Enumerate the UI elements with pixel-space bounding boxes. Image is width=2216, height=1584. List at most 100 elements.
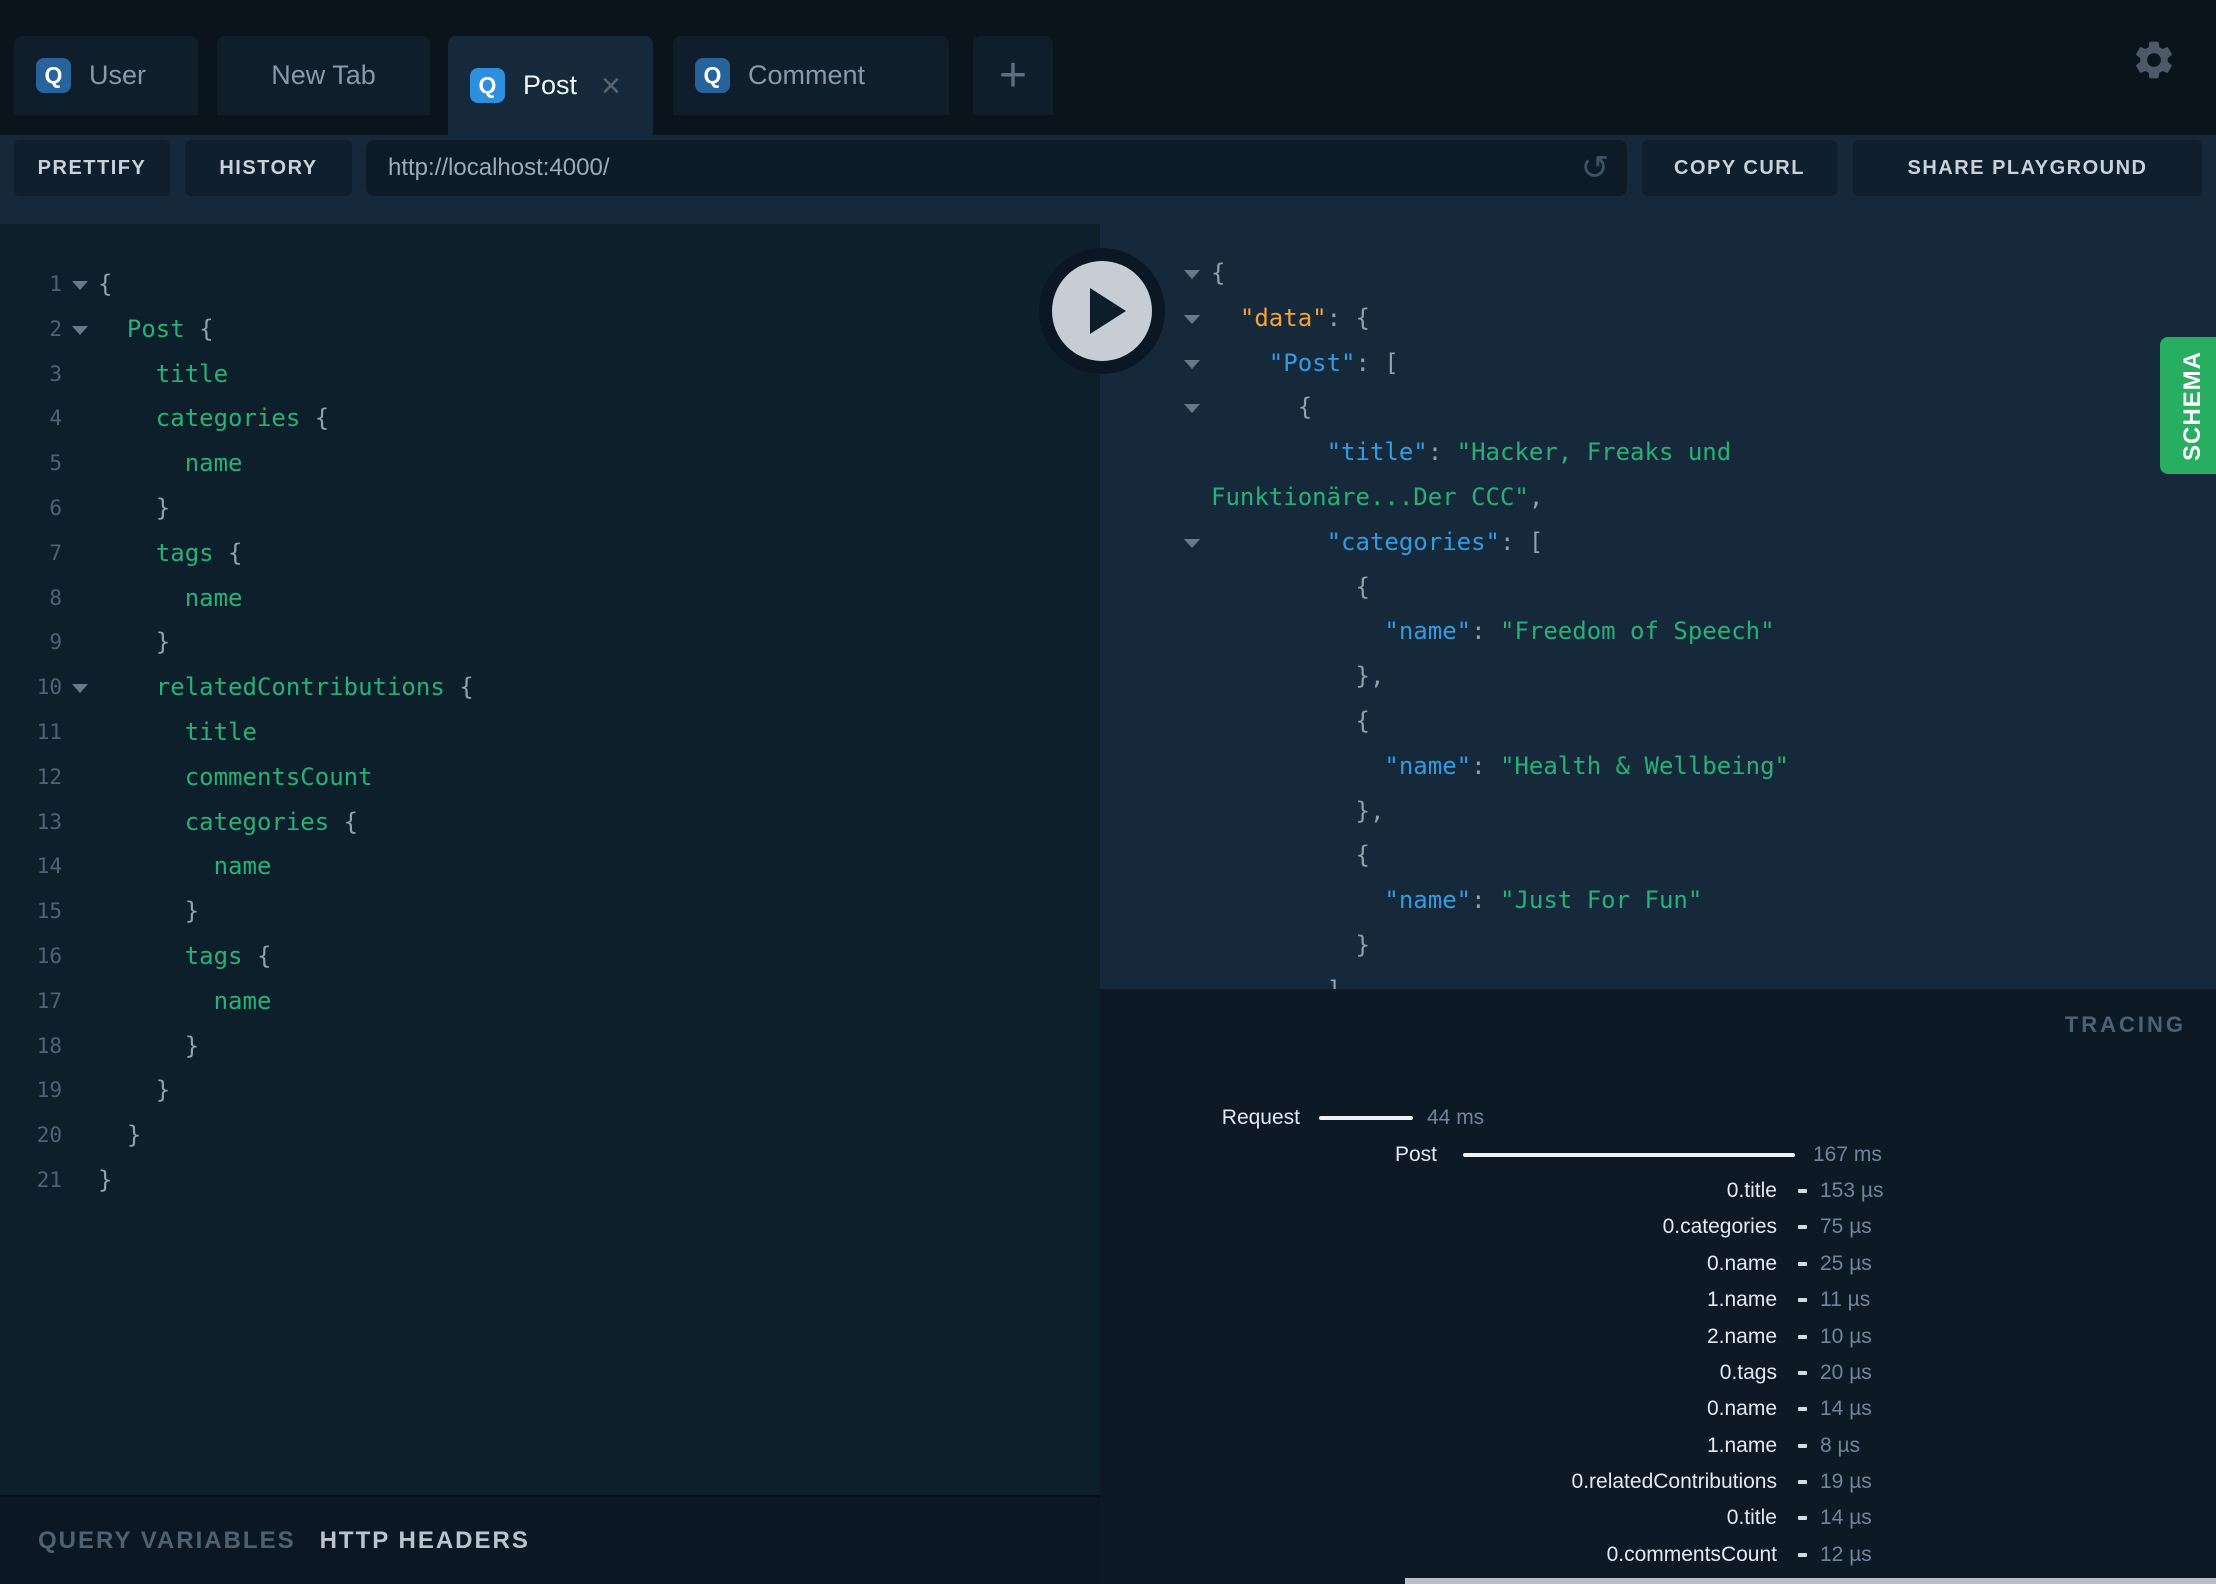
code-text: } [98,1031,200,1060]
fold-arrow-icon[interactable] [72,684,88,694]
code-text: } [98,628,171,657]
code-line: "categories": [ [1100,520,2216,565]
code-text: name [98,583,243,612]
fold-arrow-icon[interactable] [1184,359,1200,369]
code-line: "name": "Just For Fun" [1100,878,2216,923]
trace-resolver-row: 0.title 153 µs [1100,1173,2216,1209]
trace-duration: 8 µs [1820,1433,1861,1457]
fold-arrow-icon[interactable] [72,281,88,290]
code-text: name [98,852,272,881]
horizontal-scrollbar[interactable] [1405,1578,2216,1584]
code-line: 9 } [0,620,1100,665]
copy-curl-button[interactable]: COPY CURL [1642,140,1837,196]
new-tab-button[interactable]: + [973,36,1053,115]
history-button[interactable]: HISTORY [185,140,352,196]
trace-path: 0.commentsCount [1606,1542,1777,1566]
close-icon[interactable]: × [601,69,621,103]
trace-path: 0.name [1706,1251,1777,1275]
code-line: 18 } [0,1024,1100,1069]
code-text: ] [1100,968,2216,989]
code-line: 7 tags { [0,531,1100,576]
prettify-button[interactable]: PRETTIFY [14,140,170,196]
tab-label: New Tab [271,60,376,90]
code-text: "data": { [1239,303,1370,332]
trace-dash [1798,1516,1807,1521]
query-editor[interactable]: 1{2 Post {3 title 4 categories {5 name 6 }… [0,224,1100,1495]
reload-icon[interactable]: ↺ [1577,150,1613,186]
code-line: 13 categories { [0,800,1100,845]
settings-button[interactable] [2126,32,2182,88]
trace-dash [1798,1443,1807,1448]
plus-icon: + [998,48,1028,102]
trace-duration: 20 µs [1820,1360,1872,1384]
line-number: 4 [49,406,62,431]
tab-user[interactable]: Q User [14,36,198,115]
trace-resolver-row: 2.name 10 µs [1100,1318,2216,1354]
fold-arrow-icon[interactable] [1184,314,1200,324]
fold-arrow-icon[interactable] [1184,538,1200,548]
code-text: } [98,897,200,926]
code-line: "name": "Freedom of Speech" [1100,609,2216,654]
code-text: } [98,1076,171,1105]
line-number: 2 [49,316,62,341]
url-input[interactable] [366,140,1627,196]
code-line: 4 categories { [0,396,1100,441]
line-number: 12 [36,764,62,789]
code-line: 14 name [0,844,1100,889]
trace-resolver-row: 1.name 8 µs [1100,1428,2216,1464]
line-number: 5 [49,451,62,476]
share-playground-label: SHARE PLAYGROUND [1907,156,2148,179]
trace-dash [1798,1407,1807,1412]
code-text: name [98,449,243,478]
trace-path: 2.name [1706,1324,1777,1348]
trace-operation-duration: 167 ms [1813,1142,1882,1166]
trace-path: 0.title [1726,1506,1777,1530]
tab-label: Post [523,70,578,100]
play-icon [1090,288,1126,334]
gear-icon [2136,41,2172,79]
code-text: } [98,1165,113,1194]
trace-duration: 19 µs [1820,1470,1872,1494]
trace-resolver-row: 0.tags 20 µs [1100,1355,2216,1391]
code-text: } [1211,930,1370,959]
code-line: ] [1100,968,2216,989]
code-text: "name": "Just For Fun" [1384,886,1703,915]
fold-arrow-icon[interactable] [1184,404,1200,414]
query-variables-tab[interactable]: QUERY VARIABLES [38,1527,296,1555]
code-line: { [1100,385,2216,430]
line-number: 21 [36,1167,62,1192]
code-text: } [98,1121,142,1150]
execute-query-button[interactable] [1039,248,1165,374]
tab-post[interactable]: Q Post × [448,36,653,135]
code-text: title [98,359,229,388]
code-line: 5 name [0,441,1100,486]
tab-comment[interactable]: Q Comment [673,36,949,115]
copy-curl-label: COPY CURL [1674,156,1805,179]
code-line: 2 Post { [0,307,1100,352]
fold-arrow-icon[interactable] [1184,270,1200,279]
query-badge-icon: Q [470,68,505,103]
schema-tab[interactable]: SCHEMA [2160,337,2216,474]
tracing-title: TRACING [2064,1012,2186,1037]
trace-path: 0.categories [1662,1215,1777,1239]
trace-duration: 14 µs [1820,1397,1872,1421]
trace-operation-label: Post [1394,1142,1437,1166]
code-text: tags { [98,941,272,970]
code-line: "Post": [ [1100,341,2216,386]
code-line: 6 } [0,486,1100,531]
share-playground-button[interactable]: SHARE PLAYGROUND [1853,140,2202,196]
code-line: 19 } [0,1068,1100,1113]
fold-arrow-icon[interactable] [72,325,88,335]
code-line: } [1100,923,2216,968]
trace-operation-row: Post 167 ms [1100,1136,2216,1172]
code-line: }, [1100,654,2216,699]
trace-dash [1798,1261,1807,1266]
tab-label: Comment [748,60,866,90]
tab-label: User [89,60,147,90]
line-number: 8 [49,585,62,610]
tab-new-tab[interactable]: New Tab [217,36,430,115]
trace-dash [1798,1480,1807,1485]
line-number: 15 [36,899,62,924]
http-headers-tab[interactable]: HTTP HEADERS [320,1527,530,1555]
schema-tab-label: SCHEMA [2179,350,2207,461]
